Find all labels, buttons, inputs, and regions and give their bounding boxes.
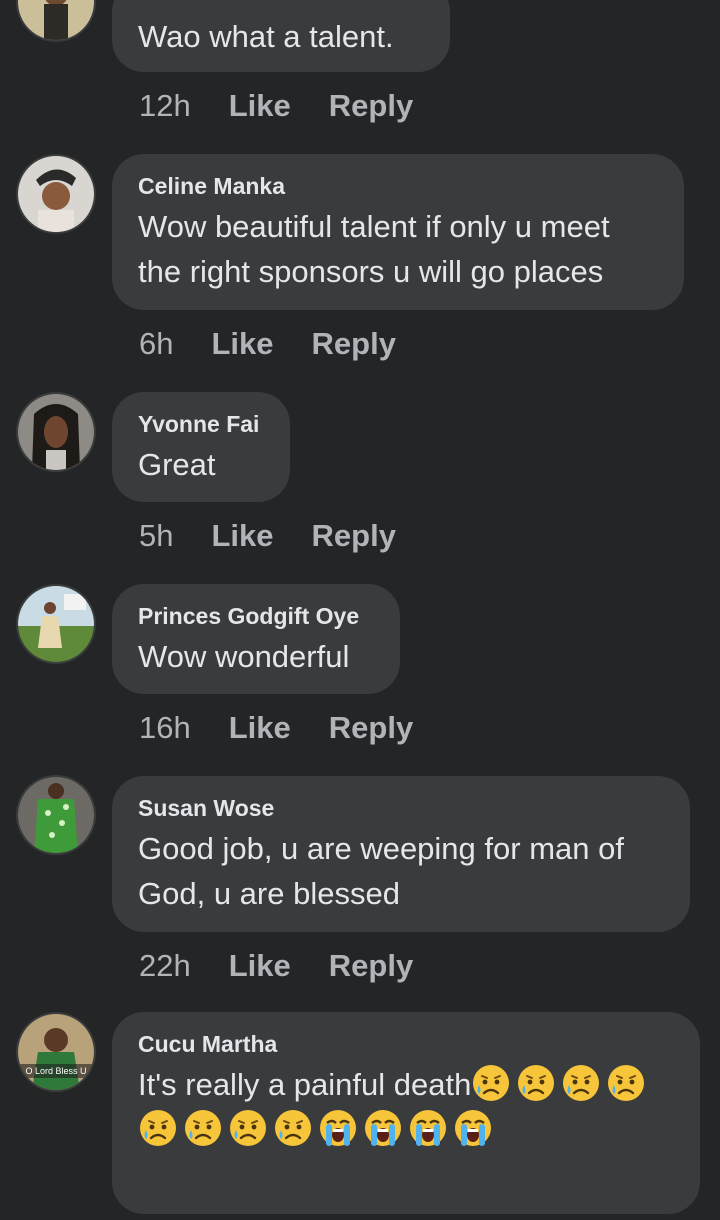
comment-bubble: Susan Wose Good job, u are weeping for m… — [112, 776, 690, 932]
comment-bubble: Celine Manka Wow beautiful talent if onl… — [112, 154, 684, 310]
timestamp: 5h — [139, 518, 174, 553]
reply-button[interactable]: Reply — [329, 948, 413, 984]
crying-face-icon — [318, 1108, 358, 1148]
comment-actions: 5h Like Reply — [139, 518, 396, 554]
crying-face-icon — [453, 1108, 493, 1148]
comment-bubble: Princes Godgift Oye Wow wonderful — [112, 584, 400, 694]
sad-tear-face-icon — [273, 1108, 313, 1148]
comment-bubble: Cucu Martha It's really a painful death — [112, 1012, 700, 1214]
comment-bubble: Yvonne Fai Great — [112, 392, 290, 502]
sad-tear-face-icon — [138, 1108, 178, 1148]
avatar[interactable] — [18, 586, 94, 662]
sad-tear-face-icon — [606, 1063, 646, 1103]
comment-actions: 6h Like Reply — [139, 326, 396, 362]
reply-button[interactable]: Reply — [329, 88, 413, 124]
comment-author[interactable]: Susan Wose — [138, 794, 664, 822]
reply-button[interactable]: Reply — [312, 518, 396, 554]
like-button[interactable]: Like — [211, 518, 273, 554]
comment-text: Wao what a talent. — [138, 19, 394, 54]
sad-tear-face-icon — [183, 1108, 223, 1148]
comment-bubble: Wao what a talent. — [112, 0, 450, 72]
comment-text: Great — [138, 447, 216, 482]
comment-author[interactable]: Princes Godgift Oye — [138, 602, 374, 630]
timestamp: 12h — [139, 88, 191, 123]
comment-actions: 16h Like Reply — [139, 710, 413, 746]
reply-button[interactable]: Reply — [312, 326, 396, 362]
crying-face-icon — [408, 1108, 448, 1148]
avatar[interactable] — [18, 394, 94, 470]
comment-text: Good job, u are weeping for man of God, … — [138, 831, 624, 911]
comment-text: Wow beautiful talent if only u meet the … — [138, 209, 610, 289]
like-button[interactable]: Like — [229, 948, 291, 984]
sad-tear-face-icon — [561, 1063, 601, 1103]
timestamp: 16h — [139, 710, 191, 745]
timestamp: 22h — [139, 948, 191, 983]
comment-text: It's really a painful death — [138, 1062, 674, 1152]
comment-author[interactable]: Cucu Martha — [138, 1030, 674, 1058]
avatar[interactable] — [18, 156, 94, 232]
comment-actions: 22h Like Reply — [139, 948, 413, 984]
crying-face-icon — [363, 1108, 403, 1148]
reply-button[interactable]: Reply — [329, 710, 413, 746]
avatar-caption: O Lord Bless U — [25, 1066, 86, 1076]
like-button[interactable]: Like — [229, 710, 291, 746]
comment-text: Wow wonderful — [138, 639, 350, 674]
timestamp: 6h — [139, 326, 174, 361]
comment-author[interactable]: Yvonne Fai — [138, 410, 264, 438]
comment-actions: 12h Like Reply — [139, 88, 413, 124]
sad-tear-face-icon — [516, 1063, 556, 1103]
sad-tear-face-icon — [471, 1063, 511, 1103]
comment-author[interactable]: Celine Manka — [138, 172, 658, 200]
avatar[interactable] — [18, 777, 94, 853]
like-button[interactable]: Like — [229, 88, 291, 124]
comment-text-content: It's really a painful death — [138, 1067, 472, 1102]
avatar[interactable] — [18, 0, 94, 40]
like-button[interactable]: Like — [211, 326, 273, 362]
sad-tear-face-icon — [228, 1108, 268, 1148]
avatar[interactable]: O Lord Bless U — [18, 1014, 94, 1090]
